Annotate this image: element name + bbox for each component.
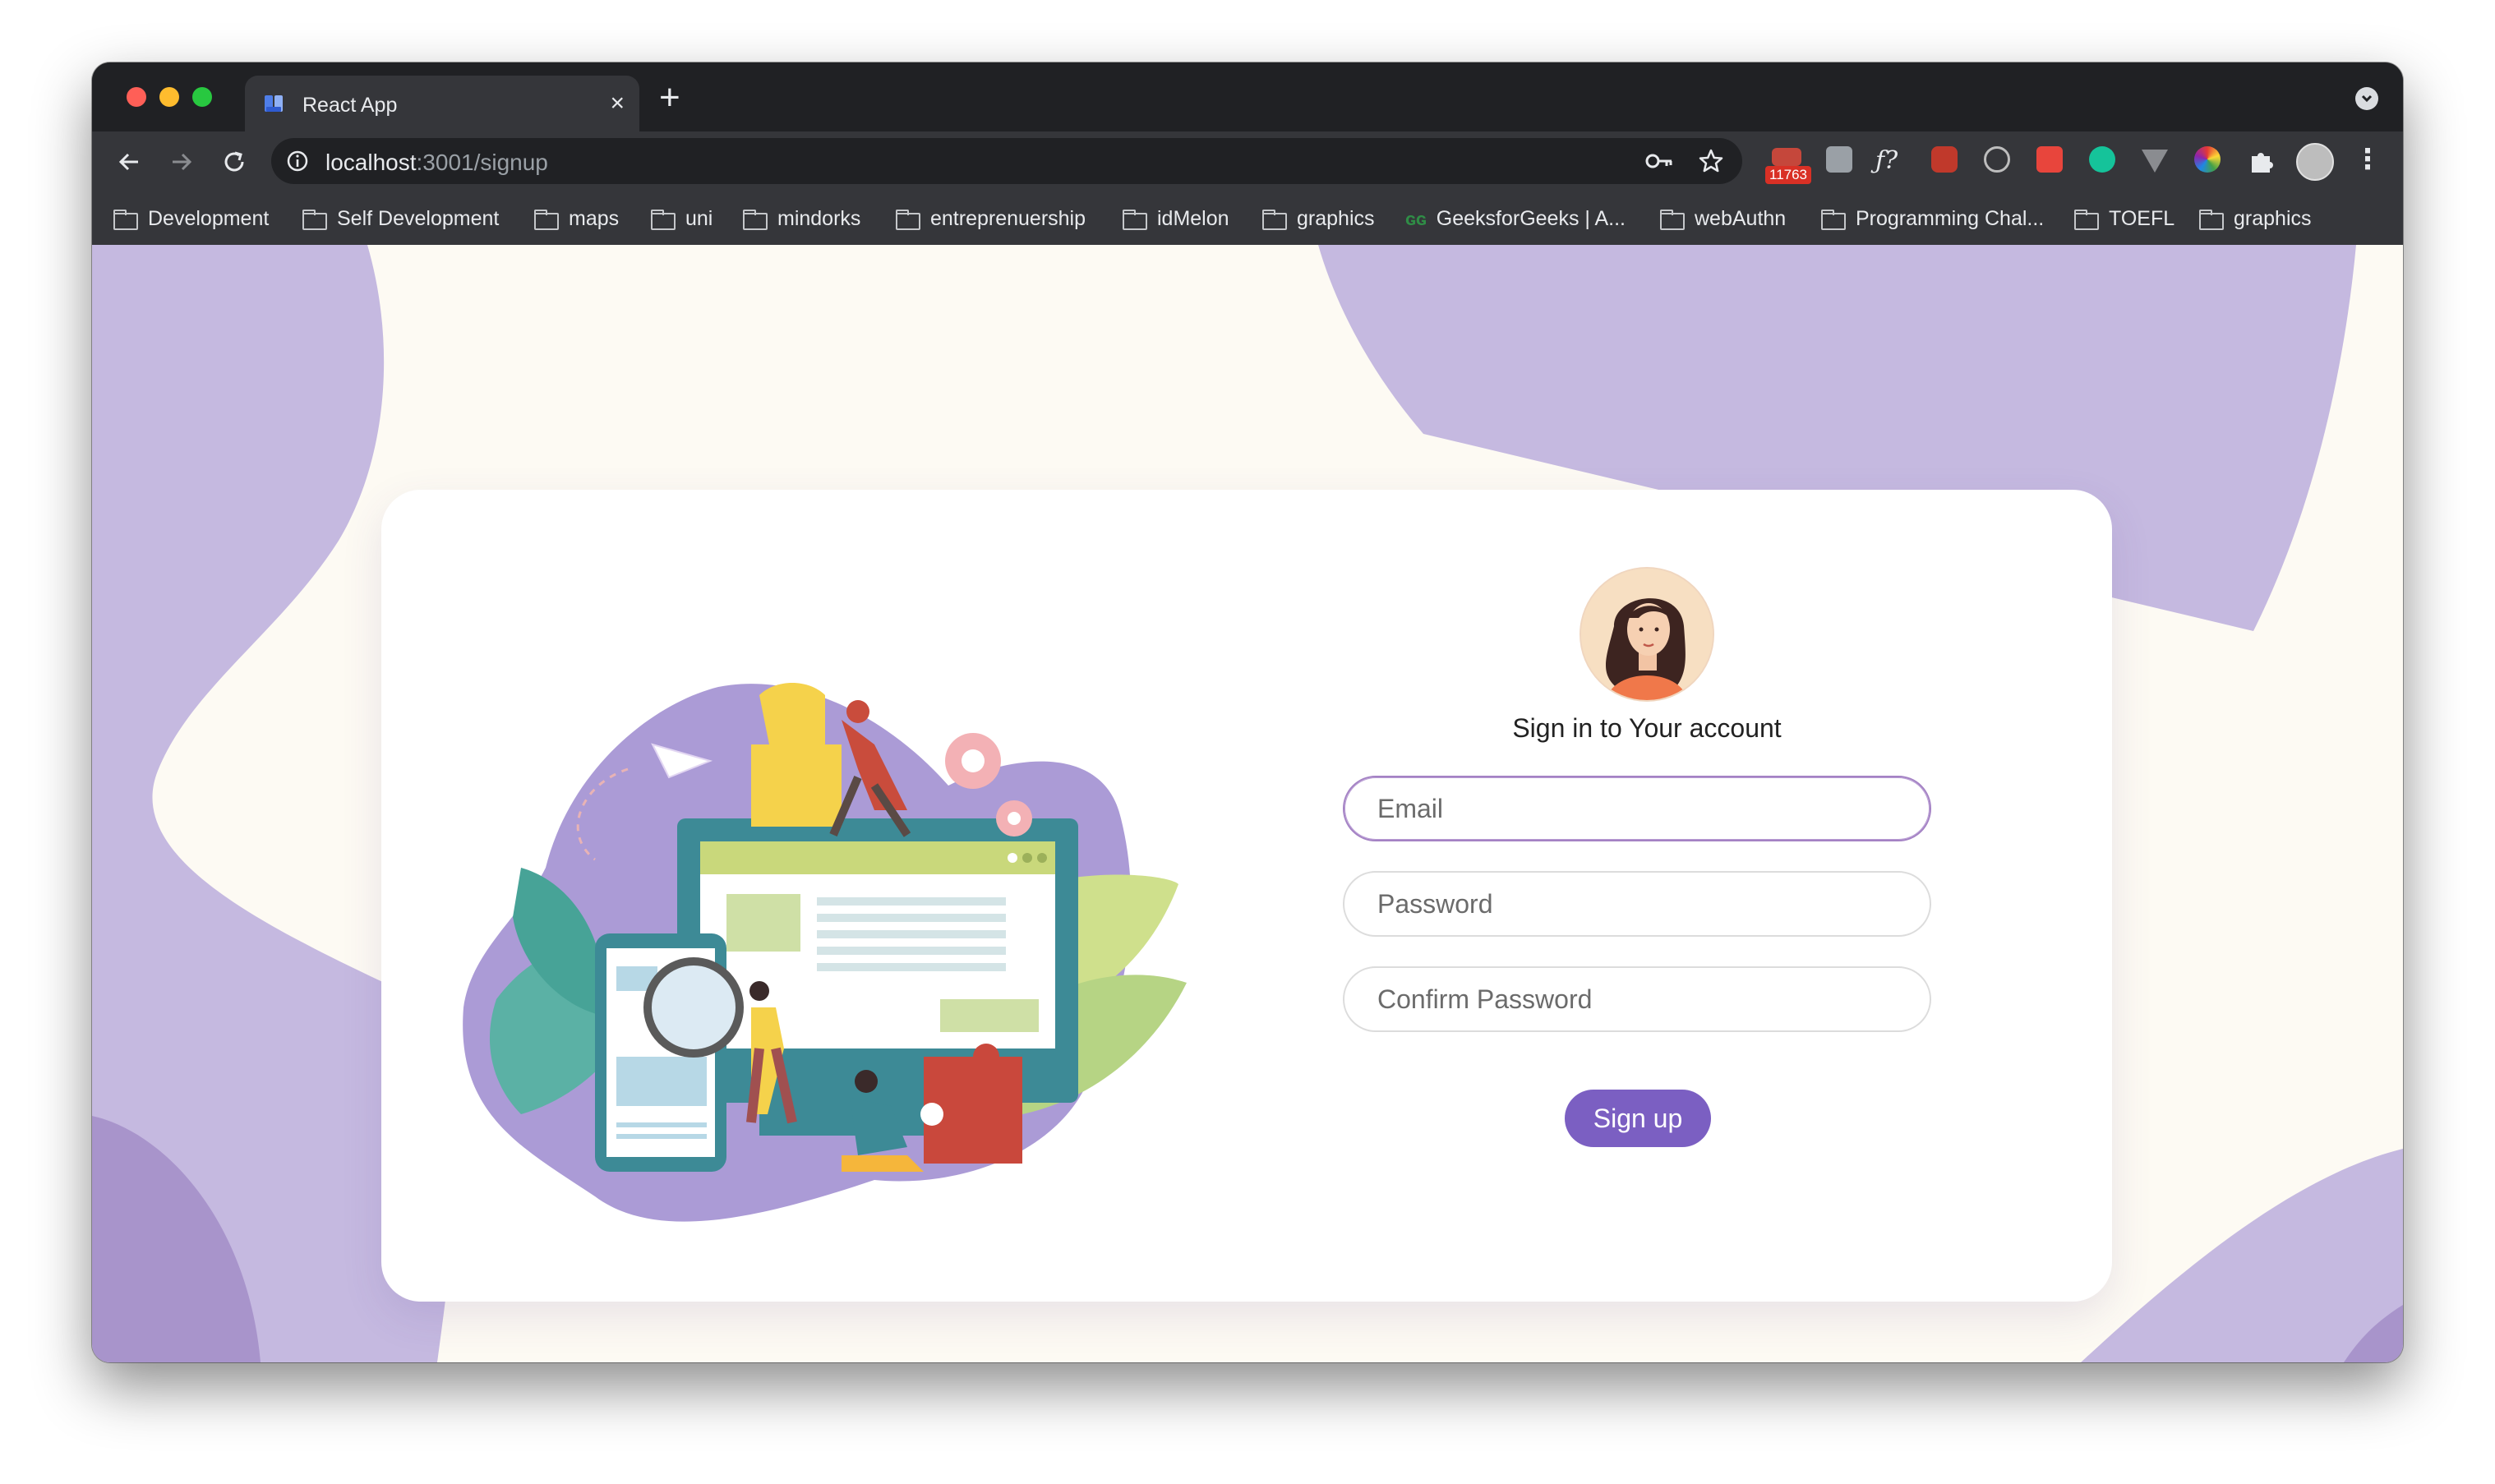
star-icon[interactable] xyxy=(1698,148,1724,174)
arrow-left-icon xyxy=(118,153,138,171)
key-icon[interactable] xyxy=(1645,150,1673,173)
bookmark-item[interactable]: Programming Chal... xyxy=(1821,207,2044,231)
info-icon[interactable] xyxy=(286,150,309,173)
reload-button[interactable] xyxy=(219,146,250,177)
bubble-extension-icon[interactable] xyxy=(1826,146,1852,173)
tab-react-app[interactable]: React App × xyxy=(245,76,639,131)
tab-close-icon[interactable]: × xyxy=(610,89,625,118)
gfg-icon: ɢɢ xyxy=(1405,208,1427,229)
bookmark-label: Development xyxy=(148,207,270,230)
arrow-right-icon xyxy=(173,153,192,171)
formula-extension-icon[interactable]: ƒ? xyxy=(1875,146,1905,176)
bookmark-item[interactable]: graphics xyxy=(2199,207,2312,231)
woman-avatar-icon xyxy=(1581,569,1713,700)
folder-icon xyxy=(1123,209,1147,230)
bookmark-label: entreprenuership xyxy=(930,207,1086,230)
grammarly-extension-icon[interactable] xyxy=(2089,146,2115,173)
folder-icon xyxy=(1821,209,1846,230)
bookmark-label: uni xyxy=(685,207,713,230)
bookmark-label: maps xyxy=(569,207,620,230)
puzzle-extensions-icon[interactable] xyxy=(2247,146,2276,176)
bookmarks-bar: Development Self Development maps uni mindor… xyxy=(92,192,2403,246)
mail-extension-icon[interactable] xyxy=(1772,148,1801,166)
bookmark-label: Self Development xyxy=(337,207,500,230)
folder-icon xyxy=(651,209,676,230)
more-menu-icon[interactable]: ⋮ xyxy=(2354,145,2382,174)
signup-card: Sign in to Your account Sign up xyxy=(381,490,2112,1302)
bookmark-label: mindorks xyxy=(777,207,861,230)
bookmark-label: graphics xyxy=(2234,207,2312,230)
react-app-favicon-icon xyxy=(265,95,283,112)
address-bar[interactable]: localhost:3001/signup xyxy=(271,138,1742,184)
folder-icon xyxy=(896,209,920,230)
close-window-button[interactable] xyxy=(127,87,146,107)
email-input[interactable] xyxy=(1343,776,1931,841)
bookmark-item[interactable]: maps xyxy=(534,207,619,231)
bookmark-item[interactable]: graphics xyxy=(1262,207,1375,231)
tab-search-button[interactable] xyxy=(2355,87,2378,110)
bookmark-label: TOEFL xyxy=(2109,207,2175,230)
bookmark-item[interactable]: uni xyxy=(651,207,713,231)
bookmark-item[interactable]: entreprenuership xyxy=(896,207,1086,231)
folder-icon xyxy=(2074,209,2099,230)
forward-button[interactable] xyxy=(166,146,197,177)
url-text: localhost:3001/signup xyxy=(325,150,548,176)
chevron-down-icon xyxy=(2361,94,2373,103)
folder-icon xyxy=(1262,209,1287,230)
url-path: :3001/signup xyxy=(416,150,548,175)
back-button[interactable] xyxy=(113,146,145,177)
signup-button[interactable]: Sign up xyxy=(1565,1090,1711,1147)
folder-icon xyxy=(534,209,559,230)
bookmark-label: Programming Chal... xyxy=(1856,207,2045,230)
target-extension-icon[interactable] xyxy=(1984,146,2010,173)
folder-icon xyxy=(1660,209,1685,230)
bookmark-item[interactable]: Self Development xyxy=(302,207,499,231)
vue-extension-icon[interactable] xyxy=(2142,150,2168,173)
zoom-window-button[interactable] xyxy=(192,87,212,107)
team-puzzle-illustration xyxy=(463,683,1187,1222)
folder-icon xyxy=(302,209,327,230)
page-viewport: Sign in to Your account Sign up xyxy=(92,245,2403,1362)
folder-icon xyxy=(743,209,768,230)
bookmark-label: webAuthn xyxy=(1695,207,1787,230)
mail-count-badge: 11763 xyxy=(1765,166,1812,184)
form-title: Sign in to Your account xyxy=(1512,713,1782,743)
toolbar: localhost:3001/signup 11763 ƒ? ⋮ xyxy=(92,131,2403,192)
bookmark-item[interactable]: Development xyxy=(113,207,269,231)
reload-icon xyxy=(224,151,244,172)
bookmark-item[interactable]: TOEFL xyxy=(2074,207,2174,231)
user-avatar xyxy=(1581,569,1713,700)
color-picker-extension-icon[interactable] xyxy=(2194,146,2221,173)
tab-strip: React App × + xyxy=(92,62,2403,131)
bookmark-label: graphics xyxy=(1297,207,1375,230)
bookmark-item[interactable]: idMelon xyxy=(1123,207,1229,231)
bookmark-label: GeeksforGeeks | A... xyxy=(1436,207,1626,230)
tab-title: React App xyxy=(302,94,398,117)
folder-icon xyxy=(2199,209,2224,230)
browser-window: React App × + localhost:3001/signup 1176… xyxy=(92,62,2403,1362)
new-tab-button[interactable]: + xyxy=(659,77,680,118)
bookmark-item[interactable]: mindorks xyxy=(743,207,860,231)
profile-avatar[interactable] xyxy=(2296,143,2334,181)
window-controls xyxy=(127,87,212,107)
folder-icon xyxy=(113,209,138,230)
password-input[interactable] xyxy=(1343,871,1931,937)
translate-extension-icon[interactable] xyxy=(2036,146,2063,173)
bookmark-item[interactable]: ɢɢ GeeksforGeeks | A... xyxy=(1405,207,1626,231)
bookmark-label: idMelon xyxy=(1157,207,1229,230)
url-host: localhost xyxy=(325,150,417,175)
paw-extension-icon[interactable] xyxy=(1931,146,1958,173)
confirm-password-input[interactable] xyxy=(1343,966,1931,1032)
bookmark-item[interactable]: webAuthn xyxy=(1660,207,1786,231)
minimize-window-button[interactable] xyxy=(159,87,179,107)
